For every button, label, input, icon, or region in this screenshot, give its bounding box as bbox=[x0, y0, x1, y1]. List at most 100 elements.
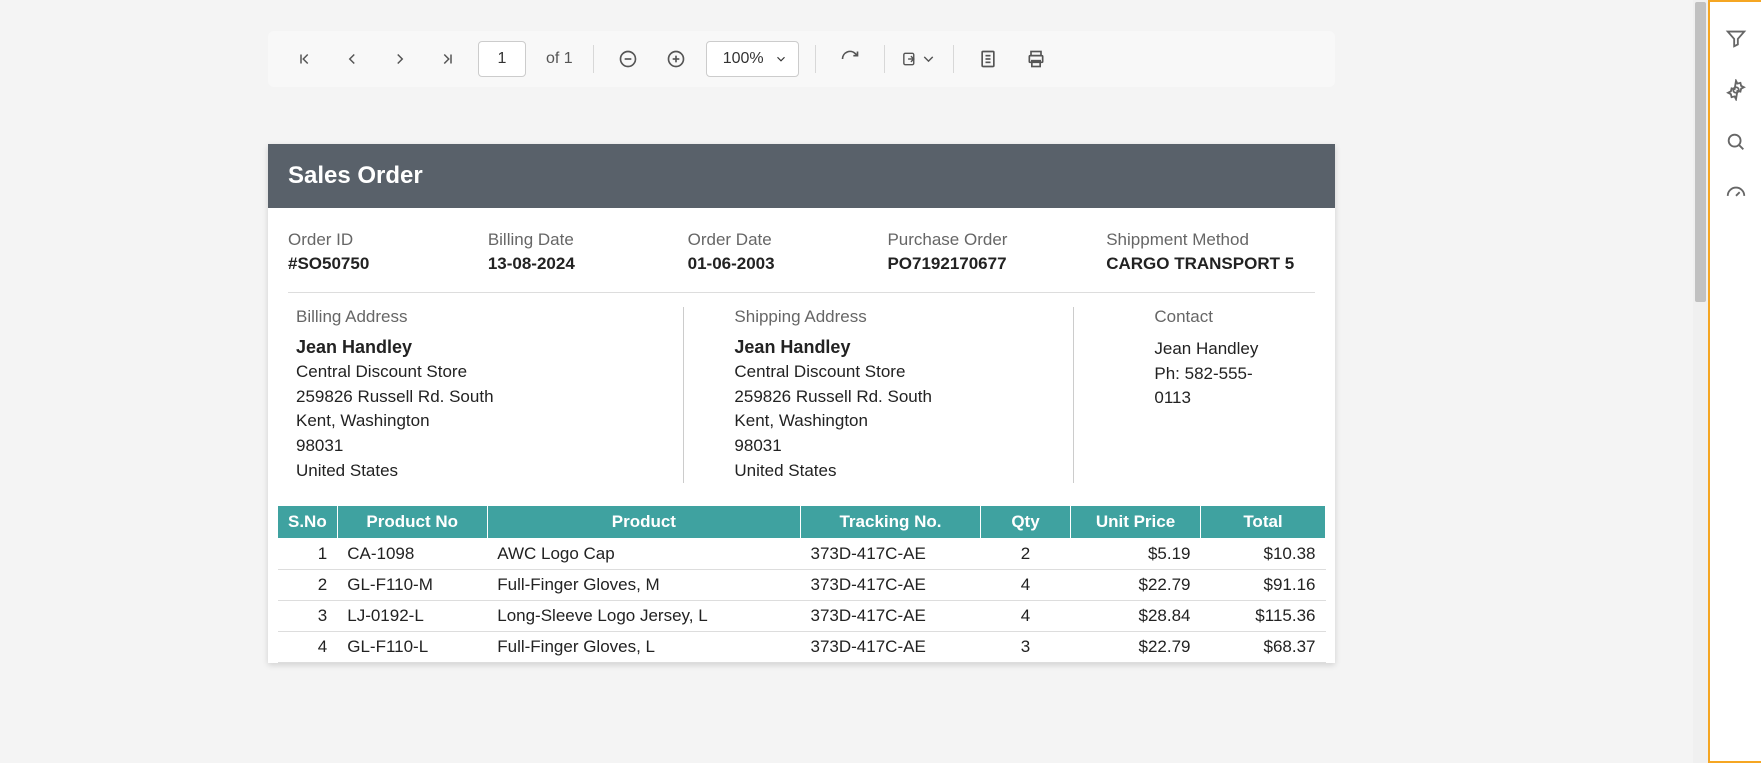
shipping-address-block: Shipping Address Jean Handley Central Di… bbox=[684, 307, 1074, 483]
address-row: Billing Address Jean Handley Central Dis… bbox=[268, 293, 1335, 501]
cell-product: Full-Finger Gloves, L bbox=[487, 632, 800, 663]
cell-product-no: GL-F110-L bbox=[337, 632, 487, 663]
refresh-button[interactable] bbox=[832, 41, 868, 77]
search-icon[interactable] bbox=[1724, 130, 1748, 154]
cell-total: $68.37 bbox=[1201, 632, 1326, 663]
contact-title: Contact bbox=[1154, 307, 1285, 327]
cell-unit-price: $22.79 bbox=[1071, 570, 1201, 601]
cell-sno: 4 bbox=[278, 632, 338, 663]
col-product: Product bbox=[487, 506, 800, 539]
col-total: Total bbox=[1201, 506, 1326, 539]
gear-icon[interactable] bbox=[1724, 78, 1748, 102]
shipping-line: 98031 bbox=[734, 434, 1043, 459]
cell-sno: 1 bbox=[278, 539, 338, 570]
cell-total: $115.36 bbox=[1201, 601, 1326, 632]
cell-tracking: 373D-417C-AE bbox=[801, 601, 981, 632]
scrollbar-thumb[interactable] bbox=[1695, 2, 1706, 302]
print-button[interactable] bbox=[1018, 41, 1054, 77]
zoom-level-select[interactable]: 100% bbox=[706, 41, 799, 77]
cell-total: $91.16 bbox=[1201, 570, 1326, 601]
cell-product-no: LJ-0192-L bbox=[337, 601, 487, 632]
cell-unit-price: $28.84 bbox=[1071, 601, 1201, 632]
billing-line: Central Discount Store bbox=[296, 360, 653, 385]
table-row: 3LJ-0192-LLong-Sleeve Logo Jersey, L373D… bbox=[278, 601, 1326, 632]
po-value: PO7192170677 bbox=[887, 254, 1096, 274]
table-row: 1CA-1098AWC Logo Cap373D-417C-AE2$5.19$1… bbox=[278, 539, 1326, 570]
order-date-label: Order Date bbox=[688, 230, 878, 250]
billing-line: Kent, Washington bbox=[296, 409, 653, 434]
cell-sno: 3 bbox=[278, 601, 338, 632]
export-button[interactable] bbox=[901, 41, 937, 77]
contact-name: Jean Handley bbox=[1154, 337, 1285, 362]
cell-qty: 4 bbox=[981, 570, 1071, 601]
billing-line: 98031 bbox=[296, 434, 653, 459]
shipment-label: Shippment Method bbox=[1106, 230, 1315, 250]
order-id-label: Order ID bbox=[288, 230, 478, 250]
filter-icon[interactable] bbox=[1724, 26, 1748, 50]
po-label: Purchase Order bbox=[887, 230, 1096, 250]
toolbar-separator bbox=[953, 45, 954, 73]
cell-unit-price: $22.79 bbox=[1071, 632, 1201, 663]
toolbar-separator bbox=[593, 45, 594, 73]
report-viewer-area: of 1 100% Sales Order bbox=[0, 0, 1693, 763]
billing-name: Jean Handley bbox=[296, 337, 653, 358]
shipping-line: Kent, Washington bbox=[734, 409, 1043, 434]
col-tracking: Tracking No. bbox=[801, 506, 981, 539]
cell-qty: 3 bbox=[981, 632, 1071, 663]
cell-product: AWC Logo Cap bbox=[487, 539, 800, 570]
cell-qty: 4 bbox=[981, 601, 1071, 632]
shipping-line: 259826 Russell Rd. South bbox=[734, 385, 1043, 410]
col-sno: S.No bbox=[278, 506, 338, 539]
zoom-level-value: 100% bbox=[723, 50, 764, 68]
prev-page-button[interactable] bbox=[334, 41, 370, 77]
line-items-table: S.No Product No Product Tracking No. Qty… bbox=[277, 505, 1326, 663]
table-header-row: S.No Product No Product Tracking No. Qty… bbox=[278, 506, 1326, 539]
performance-icon[interactable] bbox=[1724, 182, 1748, 206]
col-unit-price: Unit Price bbox=[1071, 506, 1201, 539]
cell-qty: 2 bbox=[981, 539, 1071, 570]
page-of-label: of 1 bbox=[546, 50, 573, 68]
contact-block: Contact Jean Handley Ph: 582-555-0113 bbox=[1074, 307, 1315, 483]
page-number-input[interactable] bbox=[478, 41, 526, 77]
zoom-in-button[interactable] bbox=[658, 41, 694, 77]
vertical-scrollbar[interactable] bbox=[1693, 0, 1708, 763]
cell-tracking: 373D-417C-AE bbox=[801, 570, 981, 601]
shipping-name: Jean Handley bbox=[734, 337, 1043, 358]
billing-line: 259826 Russell Rd. South bbox=[296, 385, 653, 410]
viewer-toolbar: of 1 100% bbox=[268, 31, 1335, 87]
next-page-button[interactable] bbox=[382, 41, 418, 77]
order-id-value: #SO50750 bbox=[288, 254, 478, 274]
first-page-button[interactable] bbox=[286, 41, 322, 77]
billing-date-label: Billing Date bbox=[488, 230, 678, 250]
toolbar-separator bbox=[884, 45, 885, 73]
billing-line: United States bbox=[296, 459, 653, 484]
cell-total: $10.38 bbox=[1201, 539, 1326, 570]
zoom-out-button[interactable] bbox=[610, 41, 646, 77]
order-meta-row: Order ID #SO50750 Billing Date 13-08-202… bbox=[268, 208, 1335, 292]
cell-tracking: 373D-417C-AE bbox=[801, 539, 981, 570]
shipment-value: CARGO TRANSPORT 5 bbox=[1106, 254, 1315, 274]
cell-tracking: 373D-417C-AE bbox=[801, 632, 981, 663]
report-document: Sales Order Order ID #SO50750 Billing Da… bbox=[268, 144, 1335, 663]
report-title: Sales Order bbox=[268, 144, 1335, 208]
billing-address-block: Billing Address Jean Handley Central Dis… bbox=[296, 307, 684, 483]
cell-product: Full-Finger Gloves, M bbox=[487, 570, 800, 601]
chevron-down-icon bbox=[774, 52, 788, 66]
page-layout-button[interactable] bbox=[970, 41, 1006, 77]
col-product-no: Product No bbox=[337, 506, 487, 539]
cell-product-no: GL-F110-M bbox=[337, 570, 487, 601]
table-row: 2GL-F110-MFull-Finger Gloves, M373D-417C… bbox=[278, 570, 1326, 601]
col-qty: Qty bbox=[981, 506, 1071, 539]
shipping-address-title: Shipping Address bbox=[734, 307, 1043, 327]
cell-product: Long-Sleeve Logo Jersey, L bbox=[487, 601, 800, 632]
billing-address-title: Billing Address bbox=[296, 307, 653, 327]
table-row: 4GL-F110-LFull-Finger Gloves, L373D-417C… bbox=[278, 632, 1326, 663]
cell-product-no: CA-1098 bbox=[337, 539, 487, 570]
toolbar-separator bbox=[815, 45, 816, 73]
chevron-down-icon bbox=[920, 49, 937, 69]
order-date-value: 01-06-2003 bbox=[688, 254, 878, 274]
shipping-line: Central Discount Store bbox=[734, 360, 1043, 385]
cell-sno: 2 bbox=[278, 570, 338, 601]
last-page-button[interactable] bbox=[430, 41, 466, 77]
shipping-line: United States bbox=[734, 459, 1043, 484]
